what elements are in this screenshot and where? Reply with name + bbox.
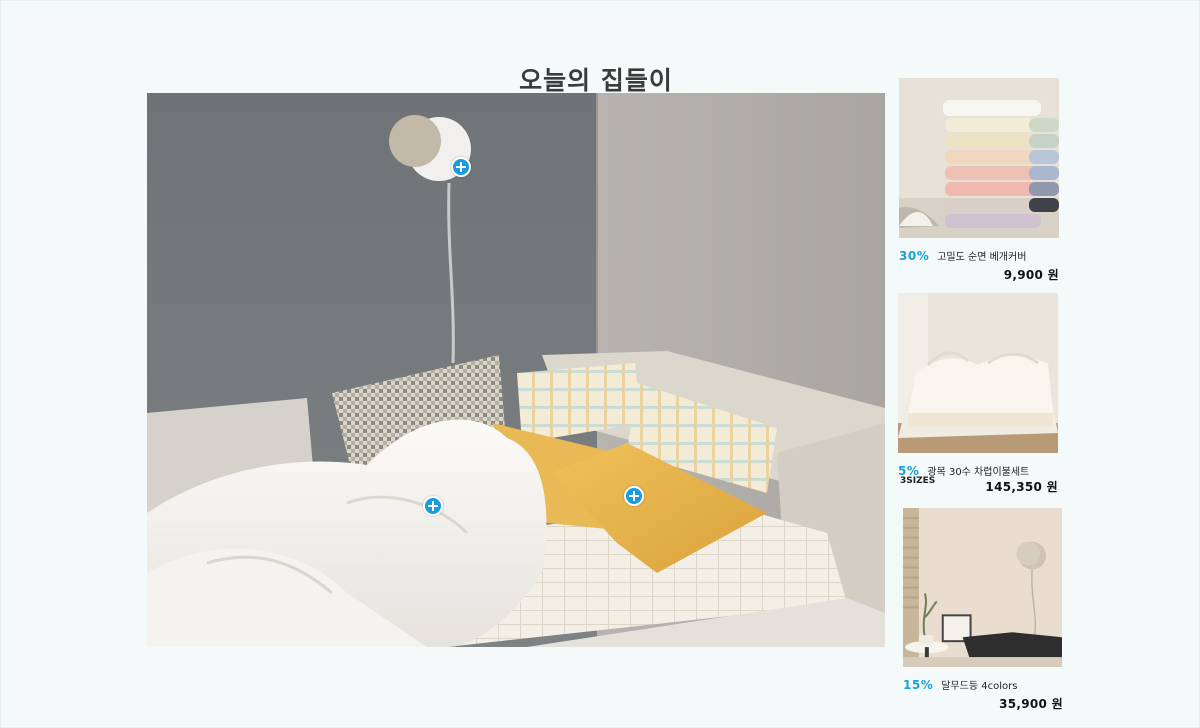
discount-badge: 30% <box>899 249 930 263</box>
product-name[interactable]: 고밀도 순면 베개커버 <box>937 248 1026 263</box>
comforter-set-image <box>898 293 1058 453</box>
pillow-cover-image <box>899 78 1059 238</box>
product-card-pillow-cover[interactable]: 30% 고밀도 순면 베개커버 9,900 원 <box>899 78 1061 283</box>
room-scene-image <box>147 93 885 647</box>
product-subtitle: 3SIZES <box>900 476 936 486</box>
mood-lamp-image <box>903 508 1062 667</box>
product-price: 35,900 원 <box>999 697 1063 711</box>
product-name[interactable]: 광목 30수 차렵이불세트 <box>927 463 1029 478</box>
product-name[interactable]: 달무드등 4colors <box>941 677 1017 692</box>
discount-badge: 15% <box>903 678 934 692</box>
product-card-comforter-set[interactable]: 5% 광목 30수 차렵이불세트 3SIZES 145,350 원 <box>898 293 1060 494</box>
duvet-hotspot[interactable] <box>423 496 443 516</box>
cushion-hotspot[interactable] <box>624 486 644 506</box>
main-room-photo <box>147 93 885 647</box>
product-card-mood-lamp[interactable]: 15% 달무드등 4colors 35,900 원 <box>903 508 1065 712</box>
product-price: 9,900 원 <box>1003 268 1059 282</box>
lamp-hotspot[interactable] <box>451 157 471 177</box>
